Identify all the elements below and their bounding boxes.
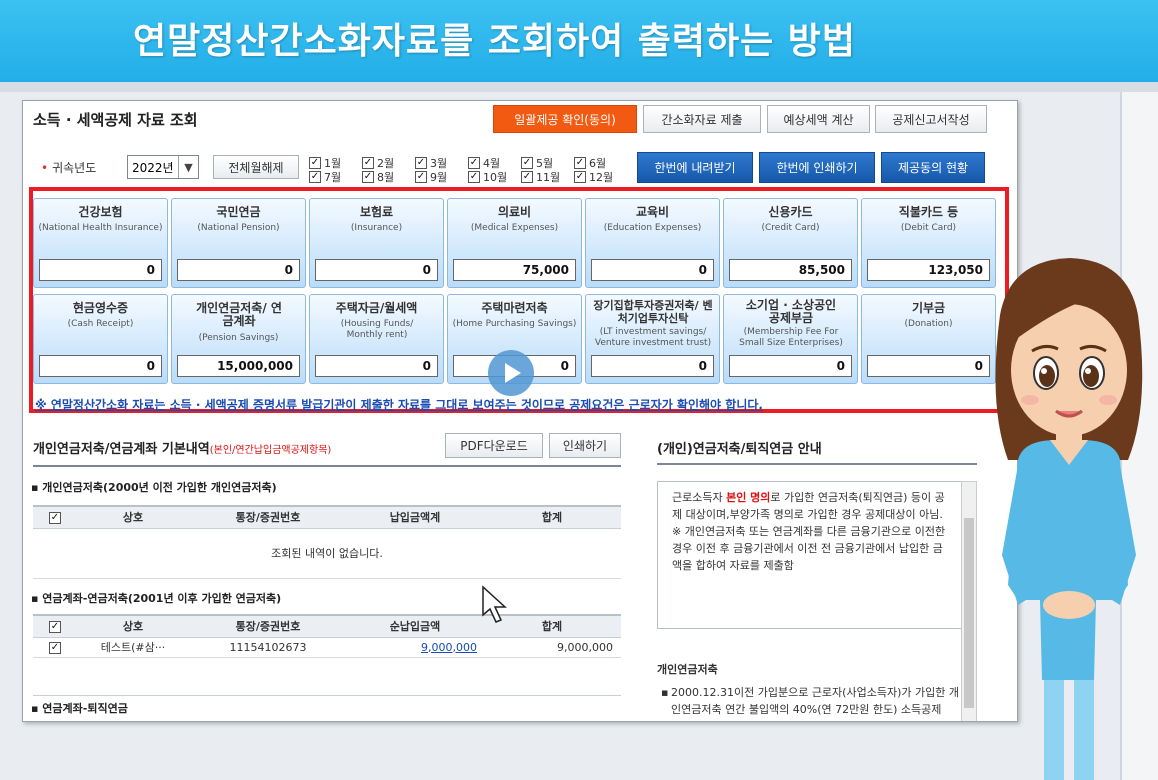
group3-title: ▪ 연금계좌-퇴직연금	[31, 702, 128, 715]
banner-shelf	[0, 82, 1158, 92]
banner: 연말정산간소화자료를 조회하여 출력하는 방법	[0, 0, 1158, 82]
print-all-button[interactable]: 한번에 인쇄하기	[759, 152, 875, 183]
consent-status-button[interactable]: 제공동의 현황	[881, 152, 985, 183]
year-select[interactable]: 2022년 ▼	[127, 155, 199, 179]
banner-title: 연말정산간소화자료를 조회하여 출력하는 방법	[133, 21, 856, 62]
net-amount-link[interactable]: 9,000,000	[421, 641, 477, 654]
pdf-download-button[interactable]: PDF다운로드	[445, 433, 543, 458]
amount-field: 15,000,000	[177, 355, 300, 377]
card-education-expenses[interactable]: 교육비 (Education Expenses) 0	[585, 198, 720, 288]
bulk-consent-button[interactable]: 일괄제공 확인(동의)	[493, 105, 637, 133]
checkbox-icon: ✓	[362, 171, 374, 183]
amount-field: 0	[315, 355, 438, 377]
table-row: ✓ 테스트(#삼··· 11154102673 9,000,000 9,000,…	[33, 637, 621, 658]
checkbox-icon: ✓	[49, 512, 61, 525]
checkbox-icon: ✓	[309, 157, 321, 169]
amount-field: 0	[591, 355, 714, 377]
checkbox-icon: ✓	[415, 157, 427, 169]
estimate-tax-button[interactable]: 예상세액 계산	[767, 105, 870, 133]
row-checkbox[interactable]: ✓	[33, 637, 77, 658]
checkbox-icon: ✓	[468, 171, 480, 183]
divider	[657, 463, 977, 465]
card-debit-card[interactable]: 직불카드 등 (Debit Card) 123,050	[861, 198, 996, 288]
release-all-months-button[interactable]: 전체월해제	[213, 155, 299, 179]
group2-table: ✓ 상호 통장/증권번호 순납입금액 합계 ✓ 테스트(#삼··· 111541…	[33, 614, 621, 658]
card-cash-receipt[interactable]: 현금영수증 (Cash Receipt) 0	[33, 294, 168, 384]
checkbox-icon: ✓	[574, 171, 586, 183]
amount-field: 0	[39, 259, 162, 281]
card-lt-investment-savings[interactable]: 장기집합투자증권저축/ 벤처기업투자신탁 (LT investment savi…	[585, 294, 720, 384]
checkbox-icon: ✓	[574, 157, 586, 169]
checkbox-icon: ✓	[362, 157, 374, 169]
card-insurance[interactable]: 보험료 (Insurance) 0	[309, 198, 444, 288]
scrollbar-thumb[interactable]	[964, 518, 974, 708]
card-donation[interactable]: 기부금 (Donation) 0	[861, 294, 996, 384]
month-checkbox-12[interactable]: ✓ 12월	[574, 169, 613, 185]
amount-field: 0	[729, 355, 852, 377]
amount-field: 123,050	[867, 259, 990, 281]
amount-field: 75,000	[453, 259, 576, 281]
month-checkbox-10[interactable]: ✓ 10월	[468, 169, 507, 185]
guide-note: ※ 개인연금저축 또는 연금계좌를 다른 금융기관으로 이전한 경우 이전 후 …	[672, 525, 946, 572]
guide-title: (개인)연금저축/퇴직연금 안내	[657, 442, 822, 457]
amount-field: 0	[177, 259, 300, 281]
submit-simplified-data-button[interactable]: 간소화자료 제출	[643, 105, 761, 133]
month-checkbox-11[interactable]: ✓ 11월	[521, 169, 560, 185]
guide-list: 개인연금저축 ▪ 2000.12.31이전 가입분으로 근로자(사업소득자)가 가…	[657, 663, 959, 716]
presenter-character	[995, 258, 1143, 780]
group1-table: ✓ 상호 통장/증권번호 납입금액계 합계 조회된 내역이 없습니다.	[33, 505, 621, 579]
divider	[33, 695, 621, 696]
page-title: 소득 · 세액공제 자료 조회	[33, 111, 198, 129]
guide-text: 근로소득자 본인 명의로 가입한 연금저축(퇴직연금) 등이 공제 대상이며,부…	[672, 491, 945, 521]
select-all-checkbox[interactable]: ✓	[33, 505, 77, 529]
checkbox-icon: ✓	[521, 157, 533, 169]
play-icon[interactable]	[488, 350, 534, 396]
card-housing-funds[interactable]: 주택자금/월세액 (Housing Funds/ Monthly rent) 0	[309, 294, 444, 384]
divider	[33, 465, 621, 467]
amount-field: 0	[39, 355, 162, 377]
guide-info-box: 근로소득자 본인 명의로 가입한 연금저축(퇴직연금) 등이 공제 대상이며,부…	[657, 481, 962, 629]
year-label: • 귀속년도	[41, 161, 97, 175]
month-checkbox-9[interactable]: ✓ 9월	[415, 169, 447, 185]
checkbox-icon: ✓	[415, 171, 427, 183]
card-national-pension[interactable]: 국민연금 (National Pension) 0	[171, 198, 306, 288]
group2-title: ▪ 연금계좌-연금저축(2001년 이후 가입한 연금저축)	[31, 592, 282, 605]
checkbox-icon: ✓	[468, 157, 480, 169]
empty-message: 조회된 내역이 없습니다.	[33, 528, 621, 579]
download-all-button[interactable]: 한번에 내려받기	[637, 152, 753, 183]
deduction-notice[interactable]: ※ 연말정산간소화 자료는 소득 · 세액공제 증명서류 발급기관이 제출한 자…	[35, 396, 763, 413]
scrollbar[interactable]	[961, 481, 977, 721]
checkbox-icon: ✓	[309, 171, 321, 183]
card-health-insurance[interactable]: 건강보험 (National Health Insurance) 0	[33, 198, 168, 288]
print-button[interactable]: 인쇄하기	[549, 433, 621, 458]
amount-field: 0	[591, 259, 714, 281]
amount-field: 0	[315, 259, 438, 281]
chevron-down-icon: ▼	[178, 156, 198, 178]
card-credit-card[interactable]: 신용카드 (Credit Card) 85,500	[723, 198, 858, 288]
pension-section-title: 개인연금저축/연금계좌 기본내역(본인/연간납입금액공제항목)	[33, 442, 332, 457]
month-checkbox-8[interactable]: ✓ 8월	[362, 169, 394, 185]
checkbox-icon: ✓	[49, 621, 61, 634]
checkbox-icon: ✓	[49, 642, 61, 654]
card-medical-expenses[interactable]: 의료비 (Medical Expenses) 75,000	[447, 198, 582, 288]
amount-field: 0	[867, 355, 990, 377]
screenshot-window: 소득 · 세액공제 자료 조회 일괄제공 확인(동의) 간소화자료 제출 예상세…	[22, 100, 1018, 722]
checkbox-icon: ✓	[521, 171, 533, 183]
card-small-enterprise-fund[interactable]: 소기업 · 소상공인 공제부금 (Membership Fee For Smal…	[723, 294, 858, 384]
deduction-form-button[interactable]: 공제신고서작성	[875, 105, 987, 133]
card-pension-savings[interactable]: 개인연금저축/ 연금계좌 (Pension Savings) 15,000,00…	[171, 294, 306, 384]
cursor-icon	[482, 585, 507, 623]
select-all-checkbox[interactable]: ✓	[33, 614, 77, 638]
group1-title: ▪ 개인연금저축(2000년 이전 가입한 개인연금저축)	[31, 481, 277, 494]
month-checkbox-7[interactable]: ✓ 7월	[309, 169, 341, 185]
amount-field: 85,500	[729, 259, 852, 281]
